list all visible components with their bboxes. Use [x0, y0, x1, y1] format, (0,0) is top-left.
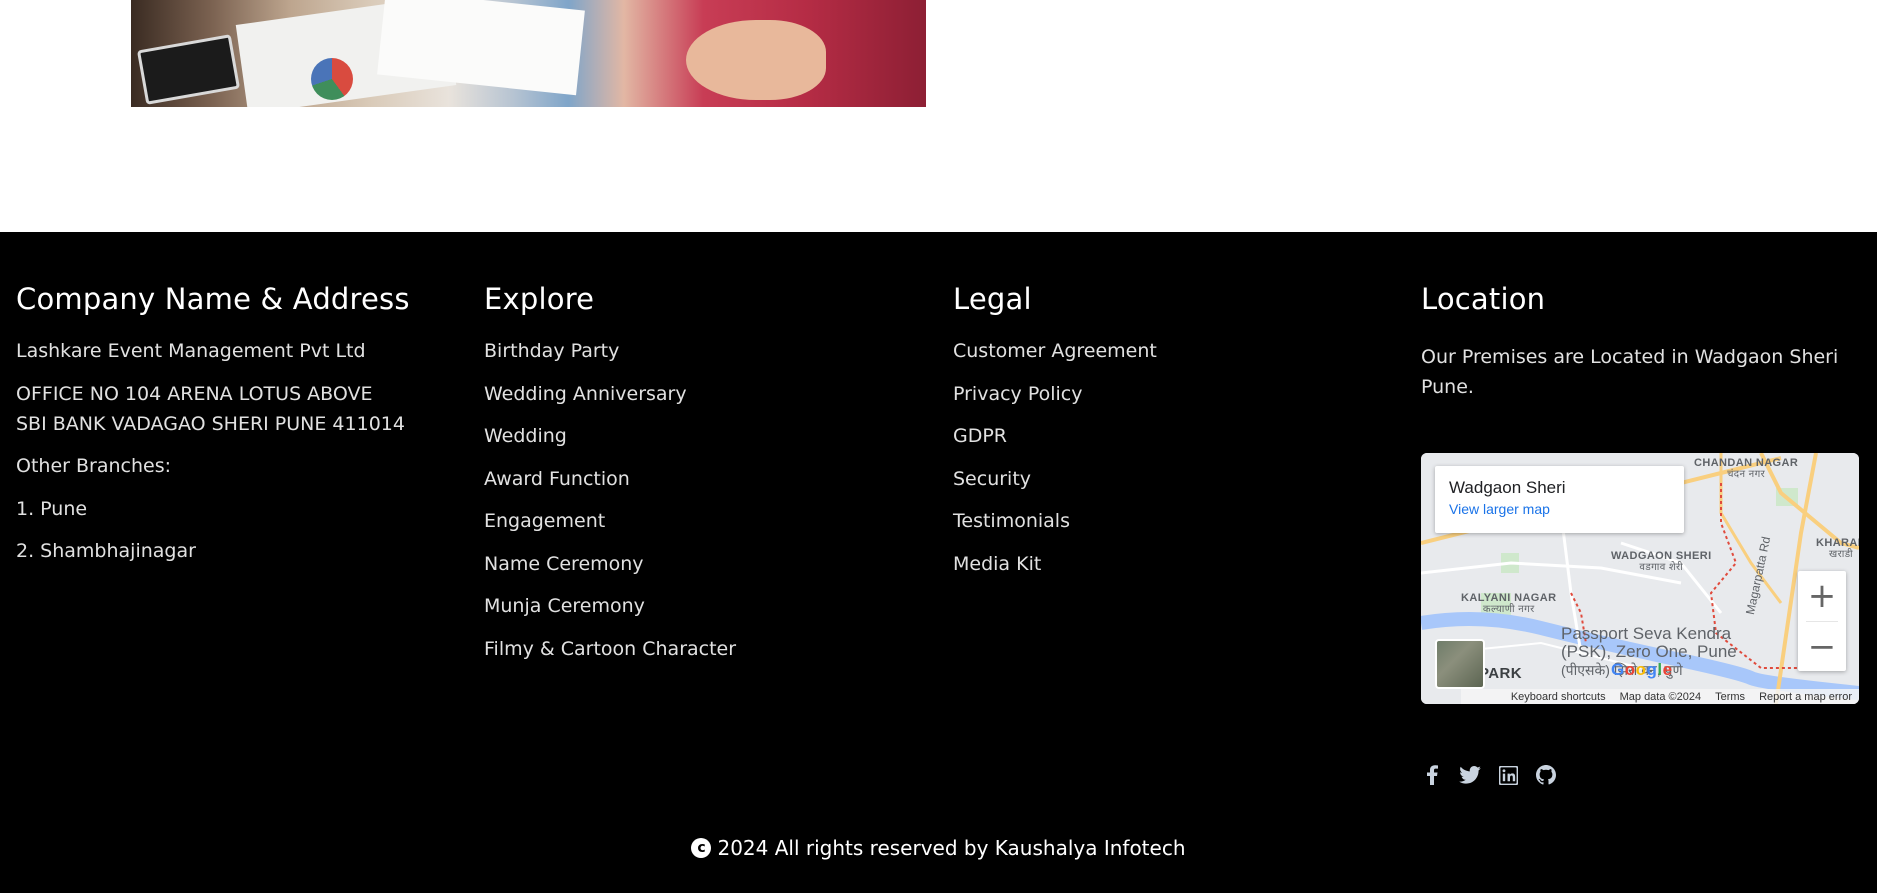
- explore-column: Explore Birthday Party Wedding Anniversa…: [484, 282, 924, 676]
- legal-link-media-kit[interactable]: Media Kit: [953, 549, 1393, 579]
- explore-link-award-function[interactable]: Award Function: [484, 464, 924, 494]
- explore-link-name-ceremony[interactable]: Name Ceremony: [484, 549, 924, 579]
- legal-link-security[interactable]: Security: [953, 464, 1393, 494]
- legal-heading: Legal: [953, 282, 1032, 316]
- terms-link[interactable]: Terms: [1715, 691, 1745, 703]
- report-map-error-link[interactable]: Report a map error: [1759, 691, 1852, 703]
- company-name: Lashkare Event Management Pvt Ltd: [16, 340, 366, 362]
- explore-link-wedding[interactable]: Wedding: [484, 421, 924, 451]
- explore-list: Birthday Party Wedding Anniversary Weddi…: [484, 336, 924, 664]
- explore-link-engagement[interactable]: Engagement: [484, 506, 924, 536]
- github-icon[interactable]: [1535, 764, 1557, 786]
- copyright-symbol: c: [691, 838, 712, 858]
- map-place-name: Wadgaon Sheri: [1449, 478, 1566, 497]
- location-text: Our Premises are Located in Wadgaon Sher…: [1421, 346, 1839, 398]
- explore-link-filmy-cartoon[interactable]: Filmy & Cartoon Character: [484, 634, 924, 664]
- explore-link-wedding-anniversary[interactable]: Wedding Anniversary: [484, 379, 924, 409]
- branches-label: Other Branches:: [16, 455, 171, 477]
- google-logo: Google: [1611, 660, 1673, 679]
- map-label-chandan-nagar: CHANDAN NAGAR चंदन नगर: [1694, 457, 1799, 480]
- copyright-text: 2024 All rights reserved by Kaushalya In…: [717, 836, 1186, 860]
- map-label-kalyani-nagar: KALYANI NAGAR कल्याणी नगर: [1461, 592, 1557, 615]
- map-label-wadgaon-sheri: WADGAON SHERI वडगाव शेरी: [1611, 550, 1712, 573]
- location-column: Location Our Premises are Located in Wad…: [1421, 282, 1861, 402]
- event-photo: [131, 0, 926, 107]
- company-heading: Company Name & Address: [16, 282, 410, 316]
- legal-column: Legal Customer Agreement Privacy Policy …: [953, 282, 1393, 591]
- linkedin-icon[interactable]: [1497, 764, 1519, 786]
- satellite-toggle[interactable]: [1435, 639, 1485, 689]
- keyboard-shortcuts-link[interactable]: Keyboard shortcuts: [1511, 691, 1606, 703]
- social-links: [1421, 764, 1557, 786]
- legal-link-gdpr[interactable]: GDPR: [953, 421, 1393, 451]
- location-heading: Location: [1421, 282, 1546, 316]
- embedded-map[interactable]: CHANDAN NAGAR चंदन नगर WADGAON SHERI वडग…: [1421, 453, 1859, 704]
- copyright: c 2024 All rights reserved by Kaushalya …: [0, 836, 1877, 860]
- map-label-kharadi: KHARAD खराडी: [1816, 537, 1859, 560]
- company-address: OFFICE NO 104 ARENA LOTUS ABOVE SBI BANK…: [16, 382, 405, 435]
- legal-link-customer-agreement[interactable]: Customer Agreement: [953, 336, 1393, 366]
- site-footer: Company Name & Address Lashkare Event Ma…: [0, 232, 1877, 893]
- map-label-park: PARK: [1479, 665, 1522, 682]
- branch-item: 1. Pune: [16, 497, 88, 520]
- legal-link-privacy-policy[interactable]: Privacy Policy: [953, 379, 1393, 409]
- facebook-icon[interactable]: [1421, 764, 1443, 786]
- zoom-in-button[interactable]: +: [1798, 571, 1846, 621]
- content-section: [0, 0, 1877, 232]
- map-zoom-controls: + −: [1798, 571, 1846, 671]
- branch-item: 2. Shambhajinagar: [16, 540, 196, 562]
- map-data-text: Map data ©2024: [1619, 690, 1702, 703]
- explore-heading: Explore: [484, 282, 595, 316]
- explore-link-birthday-party[interactable]: Birthday Party: [484, 336, 924, 366]
- company-column: Company Name & Address Lashkare Event Ma…: [16, 282, 456, 579]
- explore-link-munja-ceremony[interactable]: Munja Ceremony: [484, 591, 924, 621]
- map-place-card: Wadgaon Sheri View larger map: [1435, 466, 1684, 533]
- twitter-icon[interactable]: [1459, 764, 1481, 786]
- zoom-out-button[interactable]: −: [1798, 622, 1846, 672]
- map-attribution: Keyboard shortcuts Map data ©2024 Terms …: [1461, 689, 1859, 704]
- legal-list: Customer Agreement Privacy Policy GDPR S…: [953, 336, 1393, 579]
- legal-link-testimonials[interactable]: Testimonials: [953, 506, 1393, 536]
- view-larger-map-link[interactable]: View larger map: [1449, 501, 1670, 517]
